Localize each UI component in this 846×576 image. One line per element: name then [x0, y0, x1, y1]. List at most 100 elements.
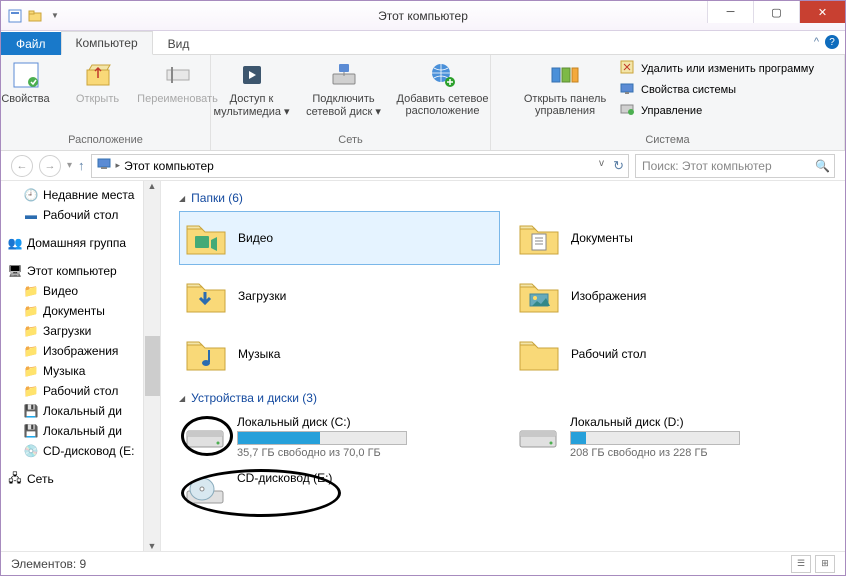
- search-icon: 🔍: [815, 159, 830, 173]
- status-bar: Элементов: 9 ☰ ⊞: [1, 551, 845, 575]
- folder-desktop[interactable]: Рабочий стол: [512, 327, 833, 381]
- section-drives[interactable]: Устройства и диски (3): [179, 391, 833, 405]
- downloads-icon: 📁: [23, 323, 39, 339]
- tree-pictures[interactable]: 📁Изображения: [7, 341, 160, 361]
- tree-drived[interactable]: 💾Локальный ди: [7, 421, 160, 441]
- ribbon-controlpanel[interactable]: Открыть панель управления: [517, 57, 613, 119]
- hdd-icon: [516, 415, 560, 455]
- homegroup-icon: 👥: [7, 235, 23, 251]
- controlpanel-icon: [549, 59, 581, 91]
- tree-scrollbar[interactable]: ▲▼: [143, 181, 160, 551]
- desktop2-icon: 📁: [23, 383, 39, 399]
- recent-icon: 🕘: [23, 187, 39, 203]
- folder-icon: [517, 216, 561, 260]
- forward-button[interactable]: →: [39, 155, 61, 177]
- ribbon-tabs: Файл Компьютер Вид ^ ?: [1, 31, 845, 55]
- tree-music[interactable]: 📁Музыка: [7, 361, 160, 381]
- group-network-label: Сеть: [338, 132, 362, 150]
- drive-e[interactable]: CD-дисковод (E:): [179, 467, 500, 515]
- help-icon[interactable]: ?: [825, 35, 839, 49]
- ribbon-addloc[interactable]: Добавить сетевое расположение: [391, 57, 495, 120]
- minimize-button[interactable]: ─: [707, 1, 753, 23]
- rename-icon: [162, 59, 194, 91]
- qat-properties-icon[interactable]: [7, 8, 23, 24]
- drive-icon: 💾: [23, 403, 39, 419]
- tree-homegroup[interactable]: 👥Домашняя группа: [7, 233, 160, 253]
- history-dropdown[interactable]: ▾: [67, 160, 72, 171]
- drive-c[interactable]: Локальный диск (C:) 35,7 ГБ свободно из …: [179, 411, 500, 463]
- media-icon: [236, 59, 268, 91]
- refresh-icon[interactable]: ↻: [613, 158, 624, 174]
- network-icon: 🖧: [7, 471, 23, 487]
- status-count: Элементов: 9: [11, 557, 86, 571]
- tab-file[interactable]: Файл: [1, 32, 61, 55]
- tree-drivec[interactable]: 💾Локальный ди: [7, 401, 160, 421]
- content-pane: Папки (6) Видео Документы Загрузки Изобр…: [161, 181, 845, 551]
- ribbon-mapdrive[interactable]: Подключить сетевой диск ▾: [299, 57, 389, 120]
- folder-pictures[interactable]: Изображения: [512, 269, 833, 323]
- search-box[interactable]: Поиск: Этот компьютер 🔍: [635, 154, 835, 178]
- tree-network[interactable]: 🖧Сеть: [7, 469, 160, 489]
- back-button[interactable]: ←: [11, 155, 33, 177]
- tree-documents[interactable]: 📁Документы: [7, 301, 160, 321]
- documents-icon: 📁: [23, 303, 39, 319]
- folder-icon: [184, 216, 228, 260]
- capacity-bar: [237, 431, 407, 445]
- desktop-icon: ▬: [23, 207, 39, 223]
- video-icon: 📁: [23, 283, 39, 299]
- hdd-icon: [183, 415, 227, 455]
- group-location-label: Расположение: [68, 132, 143, 150]
- folder-icon: [184, 274, 228, 318]
- ribbon-open[interactable]: Открыть: [63, 57, 133, 107]
- uninstall-icon: [619, 59, 635, 78]
- tab-view[interactable]: Вид: [153, 32, 205, 55]
- tree-video[interactable]: 📁Видео: [7, 281, 160, 301]
- ribbon-sysprops[interactable]: Свойства системы: [619, 80, 814, 99]
- ribbon-media[interactable]: Доступ к мультимедиа ▾: [207, 57, 297, 120]
- tab-computer[interactable]: Компьютер: [61, 31, 153, 55]
- addloc-icon: [427, 59, 459, 91]
- ribbon-uninstall[interactable]: Удалить или изменить программу: [619, 59, 814, 78]
- close-button[interactable]: ✕: [799, 1, 845, 23]
- maximize-button[interactable]: ▢: [753, 1, 799, 23]
- view-details-button[interactable]: ☰: [791, 555, 811, 573]
- nav-tree: 🕘Недавние места ▬Рабочий стол 👥Домашняя …: [1, 181, 161, 551]
- group-system-label: Система: [645, 132, 689, 150]
- ribbon-manage[interactable]: Управление: [619, 101, 814, 120]
- folder-music[interactable]: Музыка: [179, 327, 500, 381]
- ribbon-collapse-icon[interactable]: ^: [814, 36, 819, 48]
- folder-icon: [517, 332, 561, 376]
- crumb-thispc[interactable]: Этот компьютер: [124, 159, 214, 173]
- address-bar[interactable]: ▸ Этот компьютер v ↻: [91, 154, 629, 178]
- tree-downloads[interactable]: 📁Загрузки: [7, 321, 160, 341]
- folder-icon: [517, 274, 561, 318]
- sysprops-icon: [619, 80, 635, 99]
- view-icons-button[interactable]: ⊞: [815, 555, 835, 573]
- dropdown-icon[interactable]: v: [599, 158, 604, 169]
- folder-documents[interactable]: Документы: [512, 211, 833, 265]
- qat-newfolder-icon[interactable]: [27, 8, 43, 24]
- up-button[interactable]: ↑: [78, 158, 85, 173]
- tree-recent[interactable]: 🕘Недавние места: [7, 185, 160, 205]
- manage-icon: [619, 101, 635, 120]
- folder-downloads[interactable]: Загрузки: [179, 269, 500, 323]
- folder-video[interactable]: Видео: [179, 211, 500, 265]
- open-icon: [82, 59, 114, 91]
- drive-icon: 💾: [23, 423, 39, 439]
- pictures-icon: 📁: [23, 343, 39, 359]
- properties-icon: [10, 59, 42, 91]
- tree-desktop[interactable]: ▬Рабочий стол: [7, 205, 160, 225]
- section-folders[interactable]: Папки (6): [179, 191, 833, 205]
- ribbon: Свойства Открыть Переименовать Расположе…: [1, 55, 845, 151]
- tree-desk2[interactable]: 📁Рабочий стол: [7, 381, 160, 401]
- pc-icon-small: [96, 156, 112, 175]
- qat-dropdown-icon[interactable]: ▼: [47, 8, 63, 24]
- cdrom-drive-icon: [183, 471, 227, 511]
- ribbon-properties[interactable]: Свойства: [0, 57, 61, 107]
- tree-thispc[interactable]: 🖥Этот компьютер: [7, 261, 160, 281]
- title-bar: ▼ Этот компьютер ─ ▢ ✕: [1, 1, 845, 31]
- drive-d[interactable]: Локальный диск (D:) 208 ГБ свободно из 2…: [512, 411, 833, 463]
- pc-icon: 🖥: [7, 263, 23, 279]
- tree-cdrom[interactable]: 💿CD-дисковод (E:: [7, 441, 160, 461]
- address-bar-row: ← → ▾ ↑ ▸ Этот компьютер v ↻ Поиск: Этот…: [1, 151, 845, 181]
